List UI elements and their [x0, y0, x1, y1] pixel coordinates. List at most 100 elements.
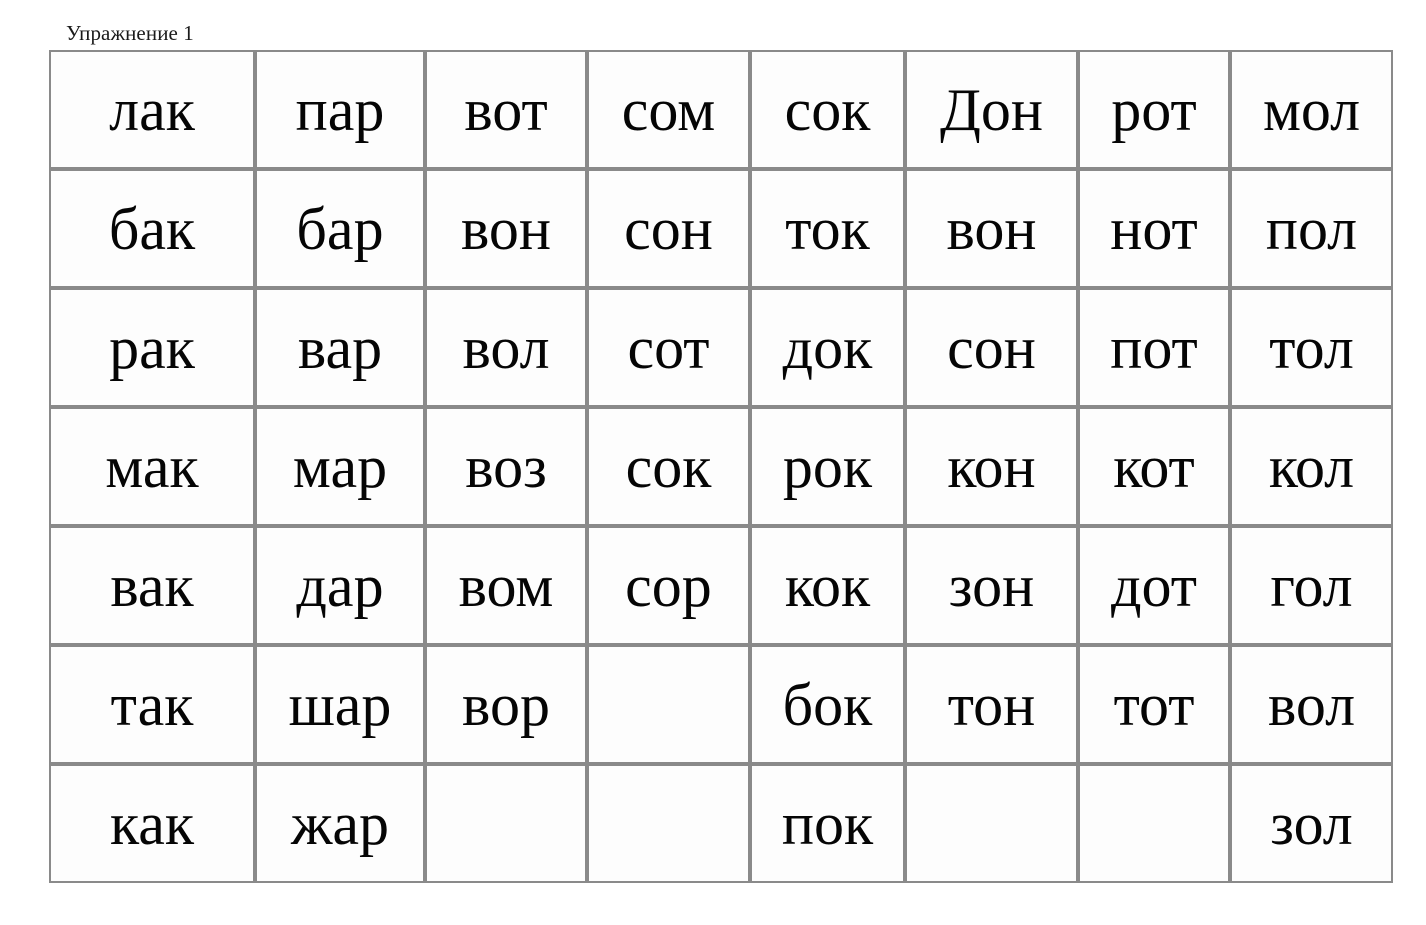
word-text: вол — [1267, 671, 1356, 738]
word-cell-empty[interactable] — [905, 764, 1078, 883]
word-text: тот — [1113, 671, 1195, 738]
word-text: сон — [947, 314, 1036, 381]
word-text: пок — [781, 790, 874, 857]
word-grid: лак пар вот сом сок Дон рот мол бак бар … — [49, 50, 1393, 883]
word-cell[interactable]: рок — [750, 407, 905, 526]
table-row: рак вар вол сот док сон пот тол — [49, 288, 1393, 407]
word-text: сон — [624, 195, 713, 262]
word-cell[interactable]: шар — [255, 645, 425, 764]
word-cell[interactable]: вор — [425, 645, 587, 764]
word-text: вот — [464, 76, 548, 143]
word-text: лак — [109, 76, 195, 143]
word-cell[interactable]: лак — [49, 50, 255, 169]
word-cell[interactable]: кот — [1078, 407, 1230, 526]
word-cell[interactable]: сор — [587, 526, 750, 645]
word-cell[interactable]: мак — [49, 407, 255, 526]
word-cell[interactable]: так — [49, 645, 255, 764]
word-grid-body: лак пар вот сом сок Дон рот мол бак бар … — [49, 50, 1393, 883]
page-title: Упражнение 1 — [66, 21, 194, 45]
word-cell[interactable]: вар — [255, 288, 425, 407]
word-text: сок — [784, 76, 871, 143]
word-cell[interactable]: сом — [587, 50, 750, 169]
table-row: как жар пок зол — [49, 764, 1393, 883]
word-text: воз — [465, 433, 547, 500]
word-cell-empty[interactable] — [587, 764, 750, 883]
word-cell[interactable]: пар — [255, 50, 425, 169]
word-cell[interactable]: вол — [425, 288, 587, 407]
word-text: вом — [458, 552, 554, 619]
word-cell[interactable]: бак — [49, 169, 255, 288]
word-text: кол — [1268, 433, 1355, 500]
word-cell[interactable]: сон — [905, 288, 1078, 407]
word-text: бак — [108, 195, 196, 262]
word-cell[interactable]: сот — [587, 288, 750, 407]
word-cell[interactable]: воз — [425, 407, 587, 526]
word-cell[interactable]: вот — [425, 50, 587, 169]
word-cell-empty[interactable] — [587, 645, 750, 764]
word-text: гол — [1270, 552, 1353, 619]
word-text: мол — [1262, 76, 1361, 143]
word-text: как — [109, 790, 195, 857]
word-text: так — [110, 671, 194, 738]
word-text: кот — [1113, 433, 1195, 500]
word-text: вон — [946, 195, 1037, 262]
word-cell[interactable]: дар — [255, 526, 425, 645]
word-text: док — [782, 314, 873, 381]
word-cell[interactable]: вон — [905, 169, 1078, 288]
word-text: сом — [621, 76, 716, 143]
word-text: зон — [948, 552, 1035, 619]
word-cell[interactable]: как — [49, 764, 255, 883]
word-cell[interactable]: тот — [1078, 645, 1230, 764]
word-cell[interactable]: кол — [1230, 407, 1393, 526]
word-cell[interactable]: сок — [750, 50, 905, 169]
word-text: Дон — [939, 76, 1044, 143]
word-cell[interactable]: бок — [750, 645, 905, 764]
word-cell[interactable]: вак — [49, 526, 255, 645]
word-cell[interactable]: мар — [255, 407, 425, 526]
word-cell[interactable]: сок — [587, 407, 750, 526]
word-text: кон — [947, 433, 1036, 500]
worksheet-page: Упражнение 1 лак пар вот сом сок Дон рот… — [0, 0, 1426, 925]
word-cell[interactable]: вом — [425, 526, 587, 645]
word-cell[interactable]: гол — [1230, 526, 1393, 645]
word-cell[interactable]: зон — [905, 526, 1078, 645]
word-cell[interactable]: рот — [1078, 50, 1230, 169]
word-text: рок — [782, 433, 873, 500]
word-cell[interactable]: пот — [1078, 288, 1230, 407]
word-cell[interactable]: пок — [750, 764, 905, 883]
word-text: сот — [627, 314, 710, 381]
word-cell[interactable]: сон — [587, 169, 750, 288]
table-row: бак бар вон сон ток вон нот пол — [49, 169, 1393, 288]
word-cell[interactable]: тон — [905, 645, 1078, 764]
word-text: мак — [105, 433, 199, 500]
word-cell[interactable]: ток — [750, 169, 905, 288]
word-text: мар — [292, 433, 388, 500]
word-cell[interactable]: нот — [1078, 169, 1230, 288]
word-text: сок — [625, 433, 712, 500]
word-text: вак — [110, 552, 194, 619]
word-cell[interactable]: вол — [1230, 645, 1393, 764]
word-cell-empty[interactable] — [425, 764, 587, 883]
word-text: вар — [297, 314, 383, 381]
word-text: рак — [109, 314, 195, 381]
word-cell[interactable]: зол — [1230, 764, 1393, 883]
word-cell[interactable]: вон — [425, 169, 587, 288]
word-cell[interactable]: пол — [1230, 169, 1393, 288]
word-text: шар — [288, 671, 392, 738]
word-text: дот — [1111, 552, 1197, 619]
word-cell[interactable]: кок — [750, 526, 905, 645]
word-text: пол — [1265, 195, 1358, 262]
word-cell-empty[interactable] — [1078, 764, 1230, 883]
word-cell[interactable]: док — [750, 288, 905, 407]
word-cell[interactable]: кон — [905, 407, 1078, 526]
word-cell[interactable]: жар — [255, 764, 425, 883]
word-cell[interactable]: Дон — [905, 50, 1078, 169]
word-cell[interactable]: мол — [1230, 50, 1393, 169]
word-cell[interactable]: тол — [1230, 288, 1393, 407]
word-cell[interactable]: рак — [49, 288, 255, 407]
word-cell[interactable]: бар — [255, 169, 425, 288]
word-text: рот — [1111, 76, 1197, 143]
word-text: бар — [296, 195, 384, 262]
word-cell[interactable]: дот — [1078, 526, 1230, 645]
word-text: дар — [296, 552, 384, 619]
